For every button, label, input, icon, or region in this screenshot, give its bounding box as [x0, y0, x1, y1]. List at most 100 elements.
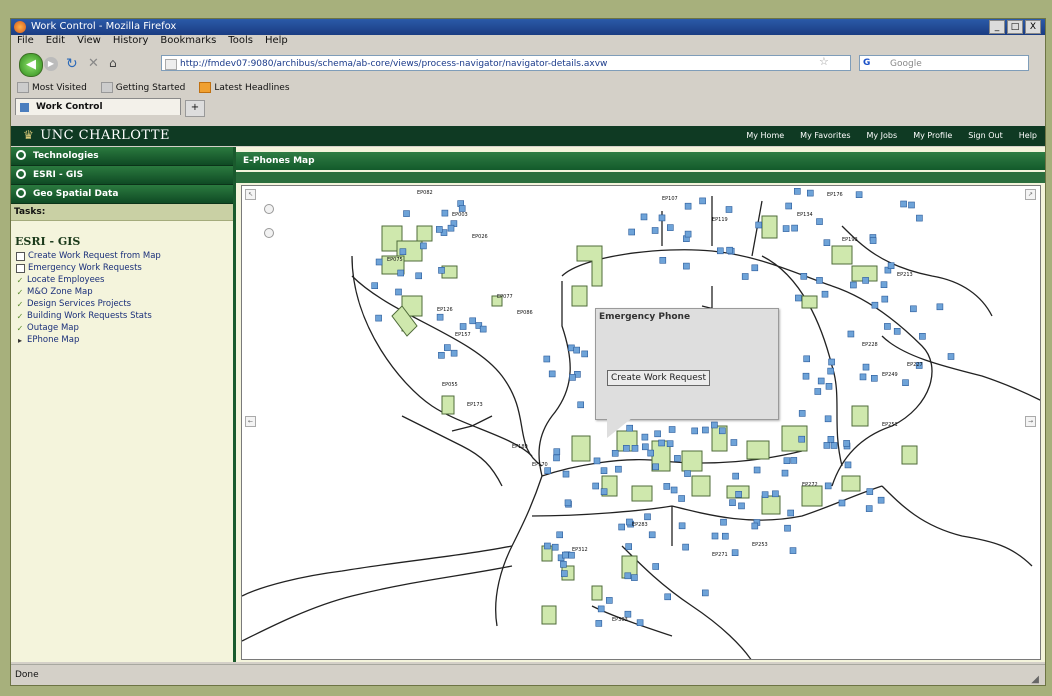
emergency-phone-icon[interactable] [618, 523, 626, 531]
emergency-phone-icon[interactable] [543, 355, 551, 363]
emergency-phone-icon[interactable] [866, 488, 874, 495]
emergency-phone-icon[interactable] [791, 224, 798, 232]
accordion-geo-spatial-data[interactable]: Geo Spatial Data [11, 185, 233, 204]
emergency-phone-icon[interactable] [597, 605, 605, 613]
emergency-phone-icon[interactable] [716, 247, 724, 255]
accordion-technologies[interactable]: Technologies [11, 147, 233, 166]
emergency-phone-icon[interactable] [395, 288, 402, 296]
emergency-phone-icon[interactable] [828, 358, 835, 366]
emergency-phone-icon[interactable] [648, 531, 656, 539]
menu-tools[interactable]: Tools [228, 35, 253, 50]
nav-help[interactable]: Help [1019, 131, 1037, 140]
emergency-phone-icon[interactable] [789, 547, 797, 554]
forward-button[interactable]: ▶ [44, 57, 58, 71]
emergency-phone-icon[interactable] [399, 248, 407, 256]
emergency-phone-icon[interactable] [782, 225, 790, 232]
emergency-phone-icon[interactable] [718, 427, 726, 435]
emergency-phone-icon[interactable] [561, 551, 569, 559]
emergency-phone-icon[interactable] [436, 226, 443, 233]
emergency-phone-icon[interactable] [900, 200, 907, 208]
nav-my-jobs[interactable]: My Jobs [867, 131, 898, 140]
nav-my-home[interactable]: My Home [746, 131, 784, 140]
emergency-phone-icon[interactable] [615, 465, 622, 473]
emergency-phone-icon[interactable] [651, 227, 659, 234]
emergency-phone-icon[interactable] [684, 230, 692, 238]
emergency-phone-icon[interactable] [702, 426, 709, 434]
emergency-phone-icon[interactable] [670, 486, 678, 494]
emergency-phone-icon[interactable] [936, 303, 944, 311]
emergency-phone-icon[interactable] [919, 333, 926, 340]
emergency-phone-icon[interactable] [600, 467, 608, 475]
emergency-phone-icon[interactable] [824, 415, 832, 423]
emergency-phone-icon[interactable] [795, 294, 802, 302]
task-item[interactable]: ✓ M&O Zone Map [11, 286, 233, 298]
nav-my-favorites[interactable]: My Favorites [800, 131, 850, 140]
emergency-phone-icon[interactable] [800, 273, 808, 280]
menu-history[interactable]: History [113, 35, 149, 50]
emergency-phone-icon[interactable] [397, 269, 404, 277]
emergency-phone-icon[interactable] [623, 444, 630, 452]
emergency-phone-icon[interactable] [751, 522, 759, 530]
emergency-phone-icon[interactable] [684, 202, 692, 210]
emergency-phone-icon[interactable] [647, 449, 655, 457]
emergency-phone-icon[interactable] [781, 469, 789, 477]
emergency-phone-icon[interactable] [827, 367, 835, 375]
emergency-phone-icon[interactable] [631, 444, 639, 452]
emergency-phone-icon[interactable] [668, 426, 676, 433]
emergency-phone-icon[interactable] [755, 221, 763, 229]
emergency-phone-icon[interactable] [674, 455, 681, 462]
emergency-phone-icon[interactable] [869, 237, 877, 244]
emergency-phone-icon[interactable] [636, 619, 644, 627]
emergency-phone-icon[interactable] [469, 317, 476, 325]
emergency-phone-icon[interactable] [947, 353, 955, 360]
emergency-phone-icon[interactable] [593, 457, 601, 465]
emergency-phone-icon[interactable] [884, 323, 891, 330]
emergency-phone-icon[interactable] [654, 430, 661, 438]
emergency-phone-icon[interactable] [870, 375, 878, 382]
emergency-phone-icon[interactable] [450, 349, 458, 357]
emergency-phone-icon[interactable] [893, 328, 901, 335]
accordion-esri-gis[interactable]: ESRI - GIS [11, 166, 233, 185]
emergency-phone-icon[interactable] [741, 273, 749, 280]
emergency-phone-icon[interactable] [823, 442, 831, 449]
emergency-phone-icon[interactable] [783, 457, 791, 465]
task-item[interactable]: ✓ Locate Employees [11, 274, 233, 286]
emergency-phone-icon[interactable] [790, 457, 798, 464]
emergency-phone-icon[interactable] [479, 325, 487, 333]
emergency-phone-icon[interactable] [691, 427, 699, 435]
emergency-phone-icon[interactable] [625, 543, 633, 550]
emergency-phone-icon[interactable] [877, 496, 885, 504]
emergency-phone-icon[interactable] [684, 470, 691, 477]
emergency-phone-icon[interactable] [729, 499, 736, 507]
search-input[interactable]: G Google [859, 55, 1029, 71]
emergency-phone-icon[interactable] [640, 213, 648, 221]
tab-work-control[interactable]: Work Control [15, 98, 181, 115]
task-item[interactable]: ▸ EPhone Map [11, 334, 233, 346]
emergency-phone-icon[interactable] [658, 214, 666, 222]
emergency-phone-icon[interactable] [569, 374, 576, 381]
emergency-phone-icon[interactable] [592, 482, 600, 490]
unc-charlotte-logo[interactable]: ♛ UNC CHARLOTTE [23, 128, 170, 143]
menu-help[interactable]: Help [265, 35, 288, 50]
map-view[interactable]: EP082 EP003 EP026 EP075 EP077 EP086 EP126 EP157… [241, 185, 1041, 660]
emergency-phone-icon[interactable] [738, 502, 745, 510]
emergency-phone-icon[interactable] [438, 352, 445, 359]
emergency-phone-icon[interactable] [403, 210, 410, 217]
emergency-phone-icon[interactable] [735, 490, 742, 498]
emergency-phone-icon[interactable] [436, 313, 444, 321]
emergency-phone-icon[interactable] [458, 205, 466, 212]
emergency-phone-icon[interactable] [772, 490, 779, 498]
emergency-phone-icon[interactable] [664, 593, 672, 601]
emergency-phone-icon[interactable] [573, 346, 581, 354]
emergency-phone-icon[interactable] [721, 532, 729, 540]
task-item[interactable]: ✓ Building Work Requests Stats [11, 310, 233, 322]
emergency-phone-icon[interactable] [830, 442, 838, 449]
emergency-phone-icon[interactable] [843, 440, 850, 447]
emergency-phone-icon[interactable] [784, 524, 791, 532]
emergency-phone-icon[interactable] [726, 246, 733, 254]
emergency-phone-icon[interactable] [802, 372, 810, 380]
emergency-phone-icon[interactable] [544, 542, 551, 550]
emergency-phone-icon[interactable] [652, 463, 660, 471]
menu-file[interactable]: File [17, 35, 34, 50]
url-bar[interactable]: http://fmdev07:9080/archibus/schema/ab-c… [161, 55, 851, 71]
